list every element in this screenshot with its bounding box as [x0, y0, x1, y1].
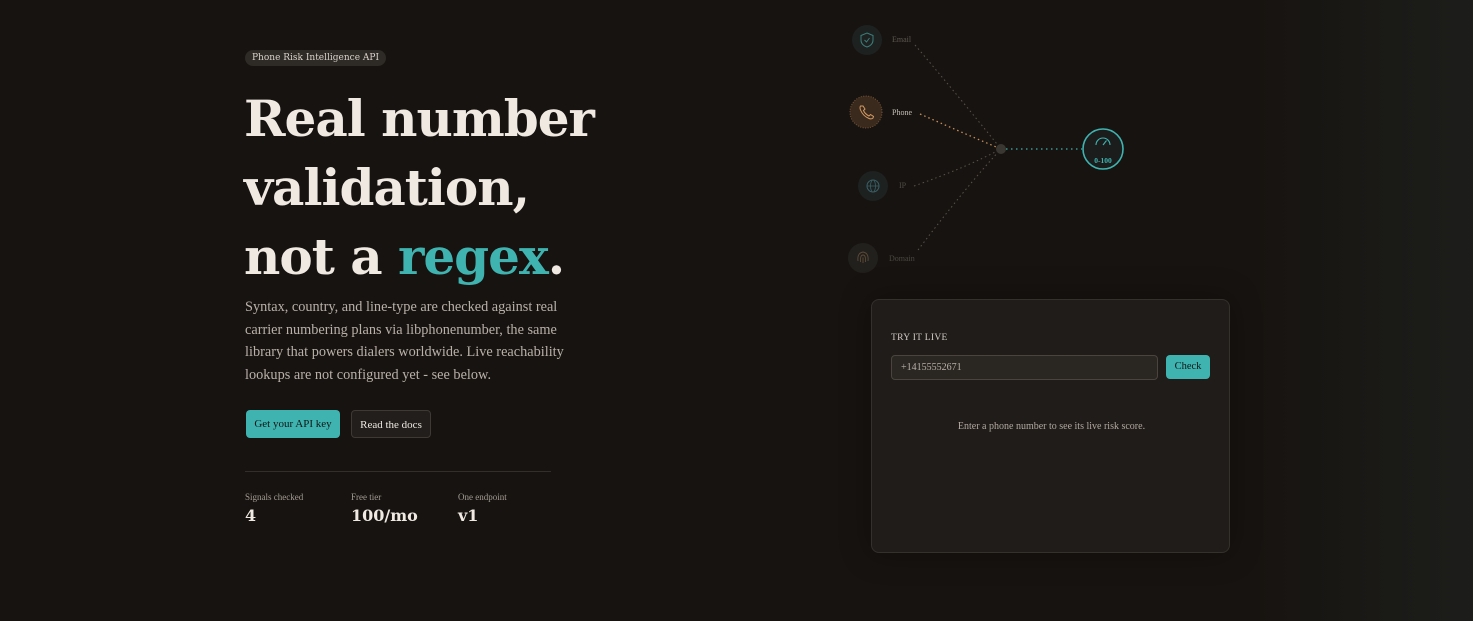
connector-phone	[919, 113, 1002, 150]
ip-node	[858, 171, 888, 201]
hub-node	[996, 144, 1006, 154]
connector-ip	[913, 148, 1002, 187]
stats-divider	[245, 471, 551, 472]
background-glow	[1253, 0, 1473, 621]
connector-domain	[917, 148, 1002, 251]
signal-label-domain: Domain	[889, 254, 915, 263]
signal-label-email: Email	[892, 35, 912, 44]
stat-label: Free tier	[351, 492, 382, 502]
stat-one-endpoint: One endpoint v1	[458, 492, 507, 525]
read-docs-button[interactable]: Read the docs	[351, 410, 431, 438]
stat-value: 100/mo	[351, 506, 418, 525]
hero-description: Syntax, country, and line-type are check…	[245, 299, 564, 383]
headline-line-1: Real number	[244, 89, 595, 148]
stat-label: One endpoint	[458, 492, 507, 502]
try-it-live-panel: TRY IT LIVE Check Enter a phone number t…	[871, 299, 1230, 553]
panel-title: TRY IT LIVE	[891, 333, 948, 343]
headline-accent-word: regex	[398, 227, 549, 286]
email-node-circle	[852, 25, 882, 55]
score-range-label: 0-100	[1094, 156, 1112, 165]
get-api-key-button[interactable]: Get your API key	[246, 410, 340, 438]
stat-value: v1	[458, 506, 479, 525]
headline-line-2: validation,	[244, 158, 530, 217]
stat-label: Signals checked	[245, 492, 304, 502]
hero-headline: Real number validation, not a regex.	[244, 84, 595, 291]
phone-number-input[interactable]	[891, 355, 1158, 380]
stat-free-tier: Free tier 100/mo	[351, 492, 418, 525]
landing-page: Phone Risk Intelligence API Real number v…	[0, 0, 1473, 621]
connector-email	[914, 44, 1002, 150]
phone-node-circle	[849, 95, 883, 129]
product-badge: Phone Risk Intelligence API	[245, 50, 386, 66]
headline-line-3: not a	[244, 227, 399, 286]
signal-diagram: Email Phone IP Domain 0-100	[840, 18, 1140, 283]
signal-label-ip: IP	[899, 181, 907, 190]
signal-label-phone: Phone	[892, 108, 912, 117]
stat-signals-checked: Signals checked 4	[245, 492, 303, 525]
check-button[interactable]: Check	[1166, 355, 1210, 379]
email-node	[852, 25, 882, 55]
signal-diagram-graphic	[848, 25, 1124, 273]
headline-period: .	[547, 227, 565, 286]
stat-value: 4	[245, 506, 257, 525]
domain-node	[848, 243, 878, 273]
phone-node	[849, 95, 883, 129]
panel-hint-text: Enter a phone number to see its live ris…	[957, 421, 1146, 432]
